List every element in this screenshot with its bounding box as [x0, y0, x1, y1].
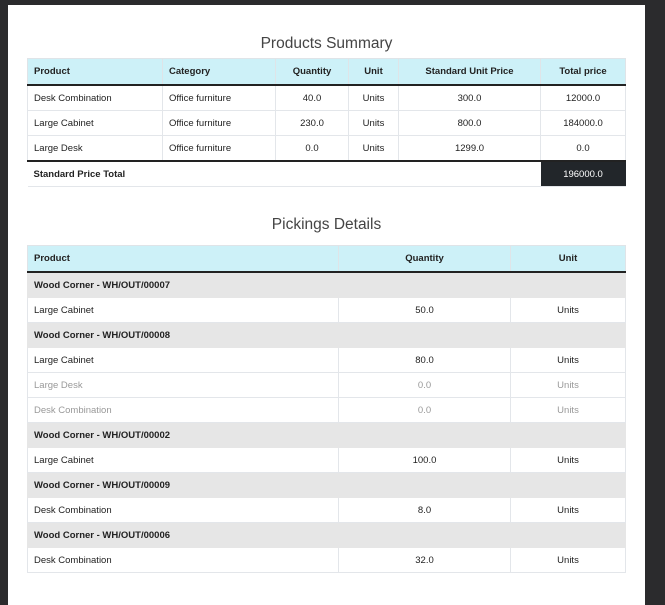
cell: 0.0	[338, 397, 511, 423]
picking-name: Wood Corner - WH/OUT/00006	[27, 522, 626, 548]
col-product: Product	[27, 58, 163, 86]
total-value: 196000.0	[540, 160, 626, 187]
table-row: Large Desk 0.0 Units	[27, 372, 626, 398]
cell: 0.0	[338, 372, 511, 398]
col-category: Category	[162, 58, 276, 86]
cell: Desk Combination	[27, 497, 339, 523]
cell: 0.0	[540, 135, 626, 162]
picking-group-row: Wood Corner - WH/OUT/00007	[27, 271, 626, 298]
cell: Desk Combination	[27, 397, 339, 423]
cell: Large Cabinet	[27, 347, 339, 373]
cell: Office furniture	[162, 110, 276, 136]
total-row: Standard Price Total 196000.0	[27, 160, 626, 187]
picking-group-row: Wood Corner - WH/OUT/00009	[27, 472, 626, 498]
picking-group-row: Wood Corner - WH/OUT/00006	[27, 522, 626, 548]
total-label: Standard Price Total	[27, 160, 541, 187]
pickings-details-table: Product Quantity Unit Wood Corner - WH/O…	[27, 245, 626, 573]
cell: Large Cabinet	[27, 297, 339, 323]
cell: 32.0	[338, 547, 511, 573]
cell: Units	[510, 397, 626, 423]
cell: Units	[348, 135, 399, 162]
cell: 8.0	[338, 497, 511, 523]
table-row: Large Cabinet 80.0 Units	[27, 347, 626, 373]
products-summary-table: Product Category Quantity Unit Standard …	[27, 58, 626, 187]
cell: Units	[510, 347, 626, 373]
report-page: Products Summary Product Category Quanti…	[8, 5, 645, 605]
table-row: Desk Combination 0.0 Units	[27, 397, 626, 423]
cell: 230.0	[275, 110, 349, 136]
picking-name: Wood Corner - WH/OUT/00002	[27, 422, 626, 448]
cell: 184000.0	[540, 110, 626, 136]
table-row: Large Desk Office furniture 0.0 Units 1299.0…	[27, 135, 626, 162]
table-row: Desk Combination 8.0 Units	[27, 497, 626, 523]
cell: 40.0	[275, 84, 349, 111]
table-row: Desk Combination 32.0 Units	[27, 547, 626, 573]
products-summary-title: Products Summary	[260, 35, 393, 52]
cell: Units	[348, 84, 399, 111]
header-row: Product Quantity Unit	[27, 245, 626, 273]
picking-group-row: Wood Corner - WH/OUT/00008	[27, 322, 626, 348]
table-row: Large Cabinet Office furniture 230.0 Units 8…	[27, 110, 626, 136]
table-row: Desk Combination Office furniture 40.0 Unit…	[27, 84, 626, 111]
col-unit-price: Standard Unit Price	[398, 58, 541, 86]
cell: Large Desk	[27, 372, 339, 398]
cell: 100.0	[338, 447, 511, 473]
cell: Large Desk	[27, 135, 163, 162]
cell: 800.0	[398, 110, 541, 136]
cell: 300.0	[398, 84, 541, 111]
cell: Large Cabinet	[27, 110, 163, 136]
col-product: Product	[27, 245, 339, 273]
picking-name: Wood Corner - WH/OUT/00007	[27, 271, 626, 298]
cell: Units	[510, 547, 626, 573]
cell: 1299.0	[398, 135, 541, 162]
col-unit: Unit	[510, 245, 626, 273]
cell: Units	[510, 447, 626, 473]
table-row: Large Cabinet 50.0 Units	[27, 297, 626, 323]
col-quantity: Quantity	[275, 58, 349, 86]
cell: Units	[348, 110, 399, 136]
cell: 80.0	[338, 347, 511, 373]
col-total-price: Total price	[540, 58, 626, 86]
cell: 12000.0	[540, 84, 626, 111]
cell: Large Cabinet	[27, 447, 339, 473]
cell: Units	[510, 297, 626, 323]
pickings-details-title: Pickings Details	[271, 216, 382, 233]
cell: 50.0	[338, 297, 511, 323]
table-row: Large Cabinet 100.0 Units	[27, 447, 626, 473]
cell: Desk Combination	[27, 84, 163, 111]
cell: Desk Combination	[27, 547, 339, 573]
cell: 0.0	[275, 135, 349, 162]
col-unit: Unit	[348, 58, 399, 86]
picking-name: Wood Corner - WH/OUT/00009	[27, 472, 626, 498]
header-row: Product Category Quantity Unit Standard …	[27, 58, 626, 86]
cell: Units	[510, 372, 626, 398]
picking-name: Wood Corner - WH/OUT/00008	[27, 322, 626, 348]
cell: Office furniture	[162, 84, 276, 111]
picking-group-row: Wood Corner - WH/OUT/00002	[27, 422, 626, 448]
col-quantity: Quantity	[338, 245, 511, 273]
cell: Units	[510, 497, 626, 523]
cell: Office furniture	[162, 135, 276, 162]
